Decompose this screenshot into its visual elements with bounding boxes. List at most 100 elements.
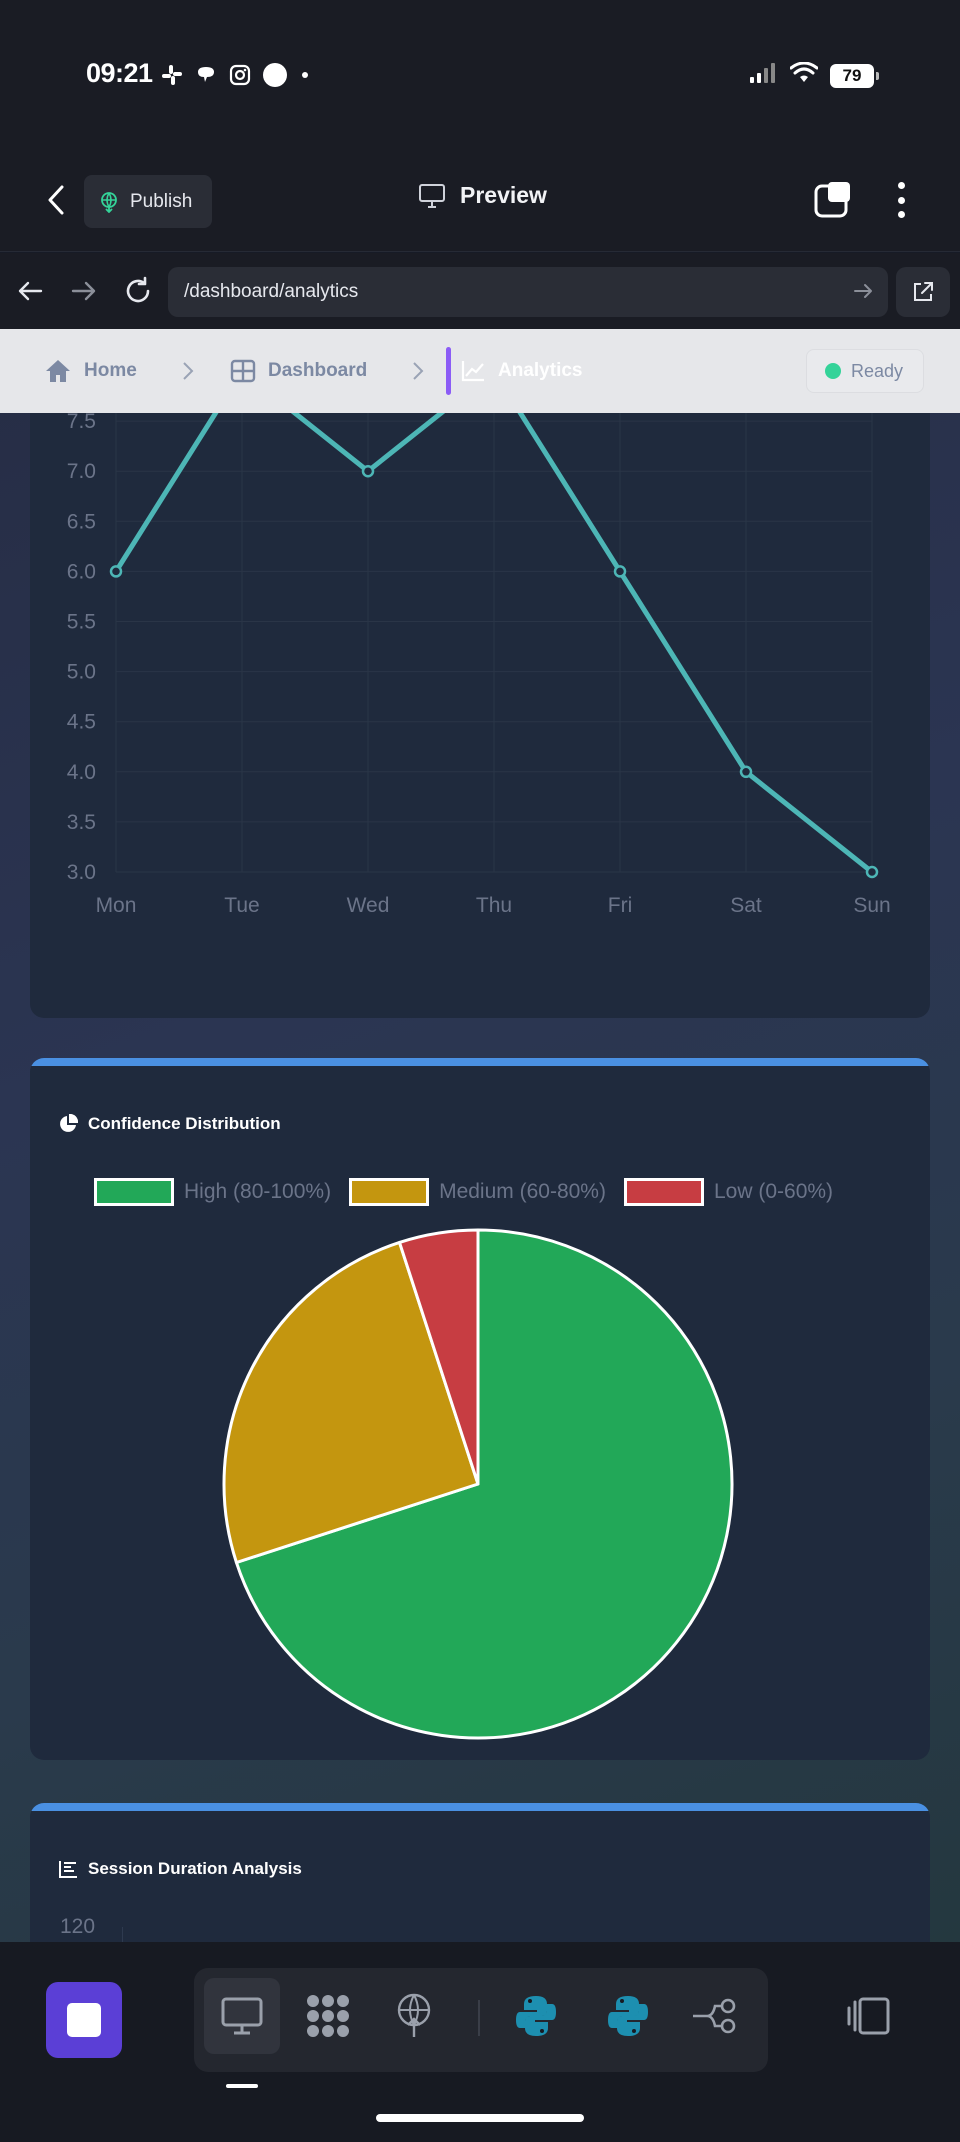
bar-chart-icon [59,1861,77,1878]
session-y-tick: 120 [60,1915,96,1938]
breadcrumb-analytics[interactable]: Analytics [460,329,582,413]
dock-tray [194,1968,768,2072]
back-button[interactable] [36,180,76,220]
x-tick-label: Sun [853,894,890,917]
sidebar-toggle-icon [847,1997,890,2035]
status-bar: 09:21 79 [0,0,960,150]
dock-connections-button[interactable] [676,1978,752,2054]
url-input[interactable]: /dashboard/analytics [168,267,888,317]
url-go-button[interactable] [852,280,874,308]
y-tick-label: 5.0 [67,661,96,684]
signal-icon [750,62,778,89]
dot-icon [298,68,312,87]
session-duration-card: Session Duration Analysis 120 [30,1803,930,1942]
slack-icon [160,63,184,92]
antenna-icon [397,1993,431,2037]
arrow-right-icon [71,281,96,301]
python-icon [608,1996,648,2036]
line-chart-card: 8.07.57.06.56.05.55.04.54.03.53.0MonTueW… [30,329,930,1018]
publish-button[interactable]: Publish [84,175,212,228]
chevron-left-icon [48,185,64,215]
nav-back-button[interactable] [12,273,48,309]
session-y-axis [122,1927,123,1942]
card-accent [30,1803,930,1811]
open-external-button[interactable] [896,267,950,317]
threads-icon [194,63,218,92]
status-system-icons: 79 [750,61,879,89]
home-icon [46,360,70,382]
monitor-icon [221,1997,263,2035]
reload-icon [126,276,150,303]
y-tick-label: 7.0 [67,460,96,483]
dock-grid-button[interactable] [290,1978,366,2054]
status-time: 09:21 [86,58,153,88]
breadcrumb: Home Dashboard Analytics Ready [0,329,960,413]
confidence-distribution-card: Confidence Distribution High (80-100%) M… [30,1058,930,1760]
status-badge: Ready [806,349,924,393]
dock-deploy-button[interactable] [376,1978,452,2054]
publish-globe-icon [101,191,117,213]
x-tick-label: Thu [476,894,512,917]
stop-button[interactable] [46,1982,122,2058]
breadcrumb-dashboard[interactable]: Dashboard [230,329,367,413]
dock-divider [478,2000,480,2036]
grid-icon [230,359,256,383]
status-badge-label: Ready [851,360,904,381]
data-point[interactable] [739,765,753,779]
tabs-icon [814,182,850,218]
y-tick-label: 4.0 [67,761,96,784]
breadcrumb-home[interactable]: Home [44,329,137,413]
python-icon [516,1996,556,2036]
ready-dot-icon [825,363,841,379]
status-notification-icons [160,62,312,93]
preview-label: Preview [460,182,547,208]
reload-button[interactable] [120,273,156,309]
app-bar: Publish Preview [0,150,960,252]
nav-forward-button[interactable] [66,273,102,309]
dock-python-button-1[interactable] [498,1978,574,2054]
data-point[interactable] [109,565,123,578]
y-tick-label: 6.0 [67,560,96,583]
x-tick-label: Tue [224,894,259,917]
stop-icon [67,2003,101,2037]
tabs-button[interactable] [814,180,854,220]
y-tick-label: 4.5 [67,711,96,734]
preview-title: Preview [418,182,547,209]
connections-icon [693,1998,736,2034]
wifi-icon [789,61,819,89]
line-chart: 8.07.57.06.56.05.55.04.54.03.53.0MonTueW… [67,360,891,917]
url-text: /dashboard/analytics [184,281,359,302]
dock-preview-button[interactable] [204,1978,280,2054]
y-tick-label: 5.5 [67,611,96,634]
bottom-dock [0,1942,960,2142]
x-tick-label: Mon [96,894,137,917]
data-point[interactable] [361,464,375,478]
data-point[interactable] [613,565,627,578]
session-duration-title: Session Duration Analysis [58,1859,302,1879]
pie-chart [222,1228,734,1740]
y-tick-label: 6.5 [67,510,96,533]
y-tick-label: 3.5 [67,811,96,834]
breadcrumb-dashboard-label: Dashboard [268,360,368,381]
x-tick-label: Fri [608,894,633,917]
battery-icon: 79 [830,63,879,88]
sidebar-toggle-button[interactable] [846,1996,892,2041]
breadcrumb-active-indicator [446,347,451,395]
monitor-icon [419,183,445,208]
dock-python-button-2[interactable] [590,1978,666,2054]
arrow-left-icon [18,281,43,301]
data-point[interactable] [865,865,879,879]
external-link-icon [914,282,933,301]
more-menu-button[interactable] [886,180,916,220]
circle-icon [262,62,288,93]
y-tick-label: 7.5 [67,410,96,433]
url-bar: /dashboard/analytics [0,253,960,329]
y-tick-label: 3.0 [67,861,96,884]
breadcrumb-home-label: Home [84,360,137,381]
arrow-right-icon [854,284,872,298]
active-tab-indicator [226,2084,258,2088]
chevron-right-icon [183,362,194,380]
home-indicator [376,2114,584,2122]
instagram-icon [228,63,252,92]
x-tick-label: Wed [347,894,390,917]
